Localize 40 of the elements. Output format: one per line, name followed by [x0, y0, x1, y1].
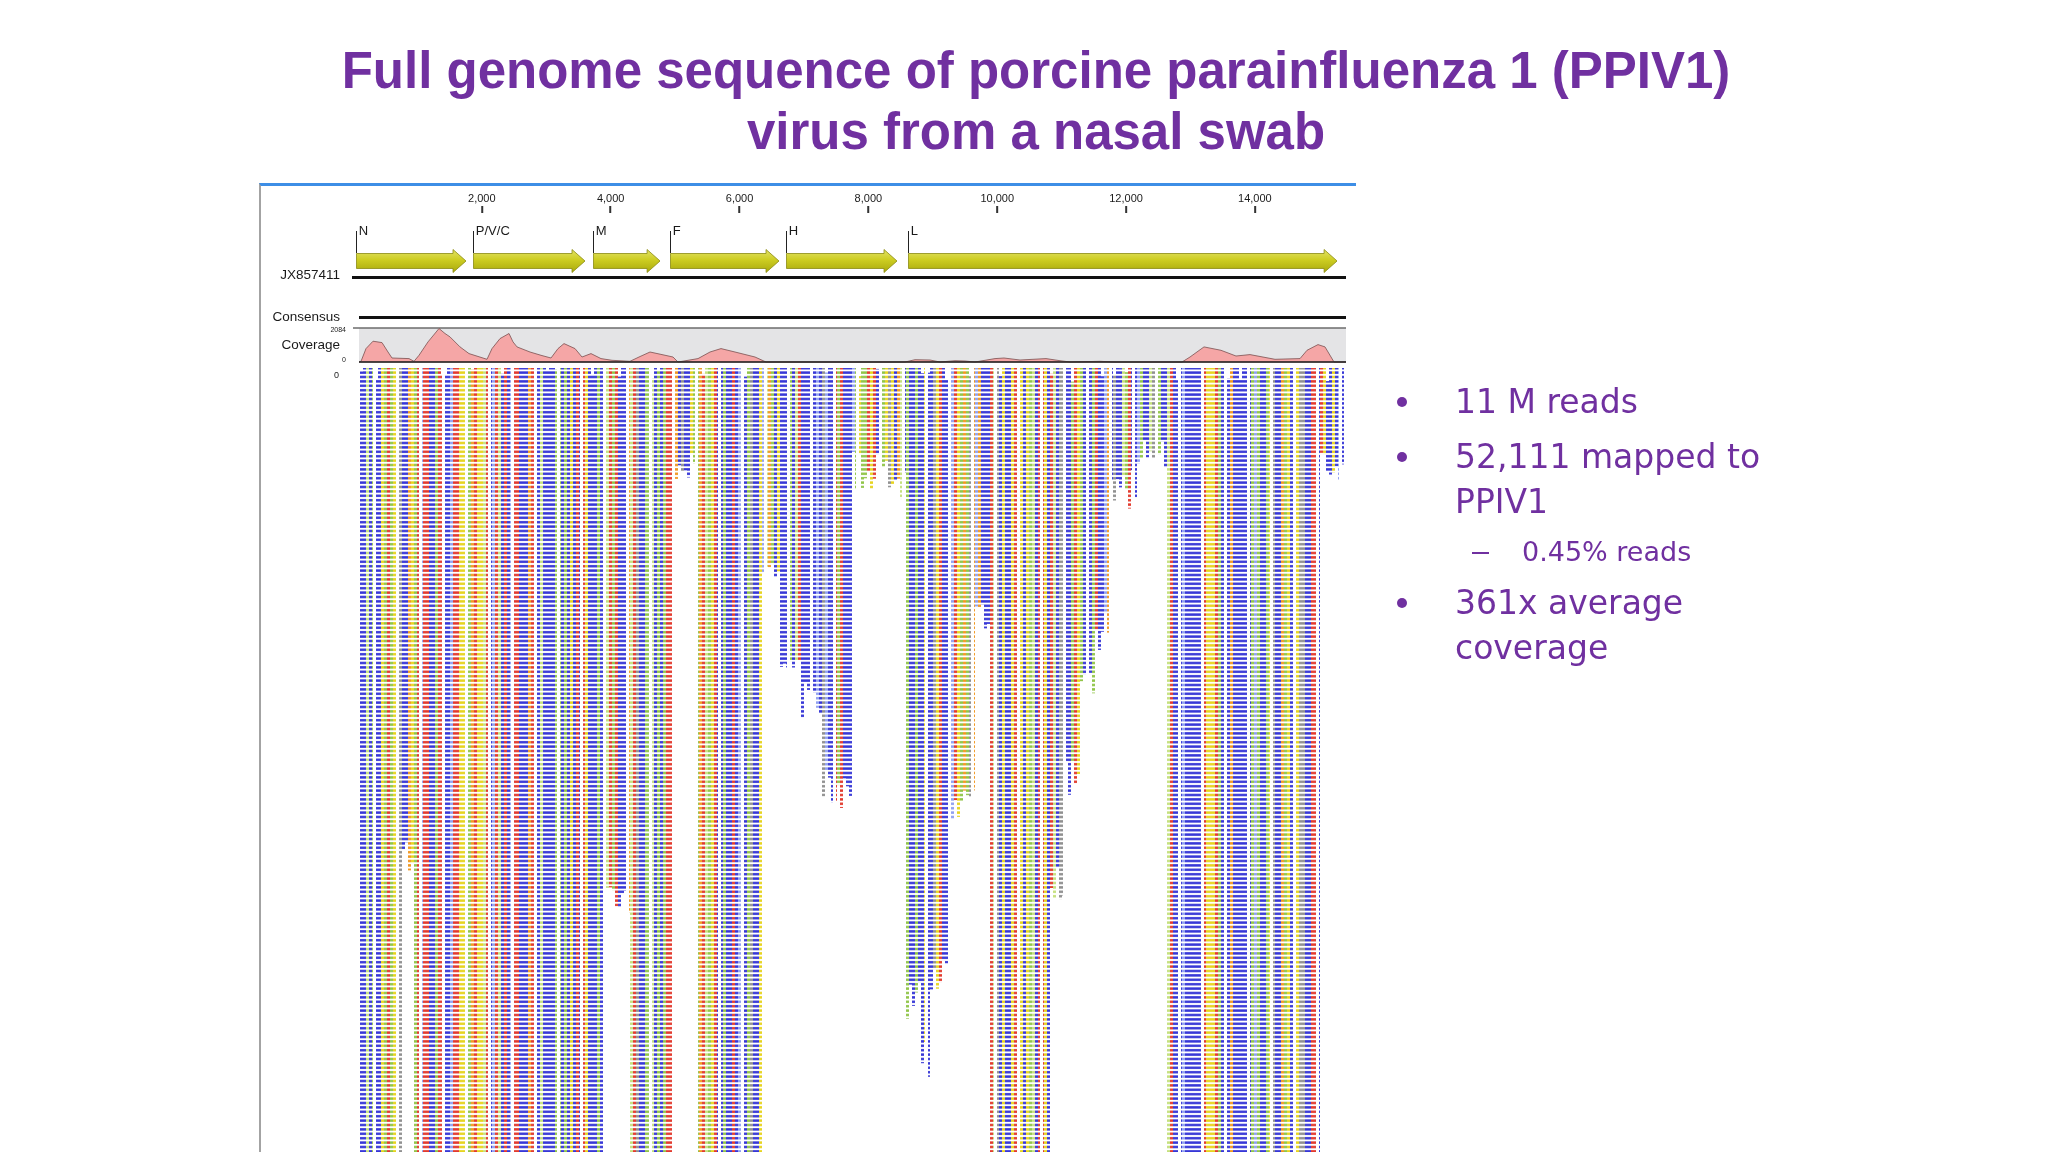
axis-label: 0 [334, 370, 339, 380]
dash-icon [1472, 552, 1489, 554]
ruler-label: 6,000 [725, 192, 754, 205]
track-label: Consensus [272, 310, 340, 324]
sub-bullet-text: 0.45% reads [1522, 535, 1693, 569]
ruler-label: 12,000 [1109, 192, 1143, 205]
flag-line [472, 231, 474, 253]
tick-mark [480, 206, 483, 213]
gene-arrow [592, 249, 660, 273]
gene-label: N [358, 222, 369, 240]
gene-label: L [910, 222, 919, 240]
gene-label: M [595, 222, 607, 240]
ruler-label: 14,000 [1238, 192, 1272, 205]
tick-mark [996, 206, 999, 213]
ruler-label: 10,000 [980, 192, 1015, 205]
flag-line [592, 231, 594, 253]
tick-mark [1253, 206, 1256, 213]
bullet-text: 11 M reads [1455, 381, 1639, 423]
bullet-text: 52,111 mapped to PPIV1 [1455, 436, 1762, 523]
ruler-label: 2,000 [468, 192, 496, 205]
tick-mark [867, 206, 870, 213]
slide-title: Full genome sequence of porcine parainfluenza 1 (PPIV1) virus from a nasal swab [340, 41, 1732, 162]
track-label: JX857411 [280, 268, 340, 282]
tick-mark [1125, 206, 1128, 213]
bullet-icon [1397, 397, 1407, 407]
bullet-icon [1397, 598, 1407, 608]
flag-line [669, 231, 671, 253]
gene-label: F [672, 222, 681, 240]
tick-mark [738, 206, 741, 213]
tick-mark [609, 206, 612, 213]
ruler-label: 4,000 [596, 192, 625, 205]
track-label: Coverage [281, 337, 340, 353]
flag-line [907, 231, 909, 253]
gene-label: H [788, 222, 799, 240]
gene-label: P/V/C [475, 222, 510, 240]
flag-line [355, 231, 357, 253]
ruler-label: 8,000 [854, 192, 883, 205]
bullet-icon [1397, 452, 1407, 462]
flag-line [785, 231, 787, 253]
bullet-text: 361x average coverage [1455, 582, 1685, 669]
